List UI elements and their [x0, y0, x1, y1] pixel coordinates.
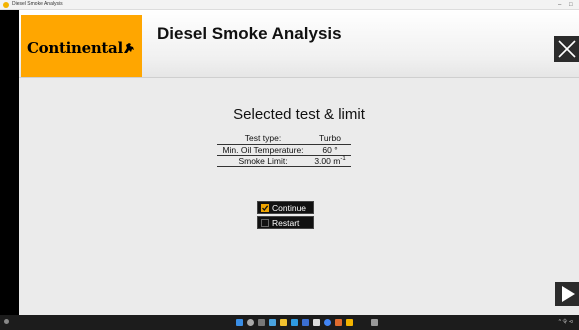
file-explorer-icon[interactable]	[280, 319, 287, 326]
system-tray[interactable]: ^ 令 ⊲	[559, 318, 573, 325]
row-label: Test type:	[217, 133, 309, 145]
table-row: Min. Oil Temperature: 60 °	[217, 144, 351, 156]
screen: Diesel Smoke Analysis – □ Continental Di…	[0, 0, 579, 330]
maximize-button[interactable]: □	[569, 0, 573, 10]
header: Continental Diesel Smoke Analysis	[19, 10, 579, 78]
row-value: 3.00 m-1	[309, 155, 351, 167]
close-button[interactable]	[554, 36, 579, 62]
window-title: Diesel Smoke Analysis	[12, 1, 63, 7]
test-info-table: Test type: Turbo Min. Oil Temperature: 6…	[217, 133, 351, 167]
app-title: Diesel Smoke Analysis	[157, 24, 342, 43]
app-icon-orange[interactable]	[335, 319, 342, 326]
smoke-limit-unit-exponent: -1	[340, 155, 346, 162]
task-view-icon[interactable]	[258, 319, 265, 326]
continue-button[interactable]: Continue	[257, 201, 314, 214]
window-titlebar: Diesel Smoke Analysis – □	[0, 0, 579, 10]
weather-icon[interactable]	[4, 319, 9, 324]
play-arrow-icon	[562, 286, 575, 302]
continue-label: Continue	[272, 203, 307, 213]
check-icon	[261, 204, 269, 212]
horse-icon	[124, 43, 134, 53]
restart-button[interactable]: Restart	[257, 216, 314, 229]
widgets-icon[interactable]	[269, 319, 276, 326]
row-value: 60 °	[309, 144, 351, 156]
restart-label: Restart	[272, 218, 300, 228]
edge-icon[interactable]	[291, 319, 298, 326]
row-label: Smoke Limit:	[217, 155, 309, 167]
row-value: Turbo	[309, 133, 351, 145]
row-label: Min. Oil Temperature:	[217, 144, 309, 156]
next-button[interactable]	[555, 282, 579, 306]
mail-icon[interactable]	[302, 319, 309, 326]
continental-logo: Continental	[21, 15, 142, 77]
checkbox-empty-icon	[261, 219, 269, 227]
search-icon[interactable]	[247, 319, 254, 326]
diesel-app-taskbar-icon[interactable]	[346, 319, 353, 326]
smoke-limit-value: 3.00 m	[314, 155, 341, 166]
app-window: Continental Diesel Smoke Analysis Select…	[19, 10, 579, 315]
chrome-icon[interactable]	[324, 319, 331, 326]
brand-name: Continental	[27, 39, 123, 57]
section-title: Selected test & limit	[233, 106, 365, 123]
store-icon[interactable]	[313, 319, 320, 326]
taskbar: ^ 令 ⊲	[0, 315, 579, 330]
close-icon	[558, 40, 576, 58]
table-row: Smoke Limit: 3.00 m-1	[217, 155, 351, 167]
app-icon	[3, 2, 9, 8]
app-icon-gray[interactable]	[371, 319, 378, 326]
minimize-button[interactable]: –	[558, 0, 561, 10]
start-icon[interactable]	[236, 319, 243, 326]
table-row: Test type: Turbo	[217, 133, 351, 145]
